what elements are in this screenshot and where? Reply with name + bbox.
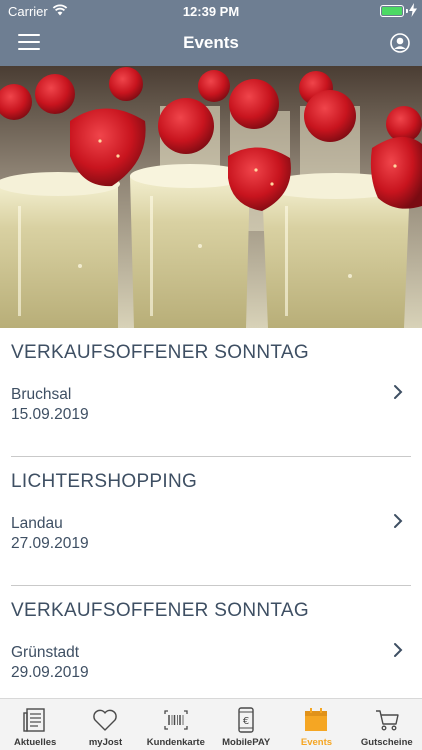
charging-bolt-icon <box>409 3 417 17</box>
tab-label: Gutscheine <box>360 737 413 748</box>
tab-mobilepay[interactable]: € MobilePAY <box>211 699 281 750</box>
event-item[interactable]: LICHTERSHOPPING Landau 27.09.2019 <box>11 457 411 586</box>
tab-label: Aktuelles <box>14 737 57 748</box>
profile-icon[interactable] <box>390 33 410 53</box>
tab-label: Kundenkarte <box>146 737 205 748</box>
event-item[interactable]: VERKAUFSOFFENER SONNTAG Grünstadt 29.09.… <box>11 586 411 698</box>
event-item[interactable]: VERKAUFSOFFENER SONNTAG Bruchsal 15.09.2… <box>11 328 411 457</box>
chevron-right-icon <box>394 643 403 657</box>
champagne-strawberries-illustration <box>0 66 422 328</box>
events-list: VERKAUFSOFFENER SONNTAG Bruchsal 15.09.2… <box>0 328 422 698</box>
tab-events[interactable]: Events <box>281 699 351 750</box>
event-title: LICHTERSHOPPING <box>11 471 198 492</box>
heart-icon <box>93 709 118 731</box>
battery-level <box>382 7 402 15</box>
nav-bar: Events <box>0 22 422 66</box>
status-bar: Carrier 12:39 PM <box>0 0 422 22</box>
event-place: Landau <box>11 515 63 532</box>
event-title: VERKAUFSOFFENER SONNTAG <box>11 600 309 621</box>
event-place: Grünstadt <box>11 644 80 661</box>
tab-gutscheine[interactable]: Gutscheine <box>352 699 422 750</box>
tab-aktuelles[interactable]: Aktuelles <box>0 699 70 750</box>
hero-image <box>0 66 422 328</box>
battery-icon <box>380 5 404 17</box>
tab-bar: Aktuelles myJost Kundenkarte € MobilePAY <box>0 698 422 750</box>
chevron-right-icon <box>394 514 403 528</box>
battery-cap <box>406 9 408 13</box>
clock: 12:39 PM <box>182 4 240 19</box>
event-date: 29.09.2019 <box>11 664 89 681</box>
calendar-icon <box>305 708 328 731</box>
event-date: 15.09.2019 <box>11 406 89 423</box>
newspaper-icon <box>23 708 45 732</box>
tab-label: myJost <box>88 737 123 748</box>
tab-kundenkarte[interactable]: Kundenkarte <box>141 699 211 750</box>
tab-label: Events <box>300 737 333 748</box>
svg-text:€: € <box>243 716 249 727</box>
page-title: Events <box>183 33 239 52</box>
event-place: Bruchsal <box>11 386 72 403</box>
euro-phone-icon: € <box>238 707 254 733</box>
app-header: Carrier 12:39 PM Events <box>0 0 422 66</box>
chevron-right-icon <box>394 385 403 399</box>
tab-myjost[interactable]: myJost <box>70 699 140 750</box>
event-date: 27.09.2019 <box>11 535 89 552</box>
cart-icon <box>375 710 399 731</box>
tab-label: MobilePAY <box>222 737 271 748</box>
barcode-icon <box>164 710 188 730</box>
event-title: VERKAUFSOFFENER SONNTAG <box>11 342 309 363</box>
